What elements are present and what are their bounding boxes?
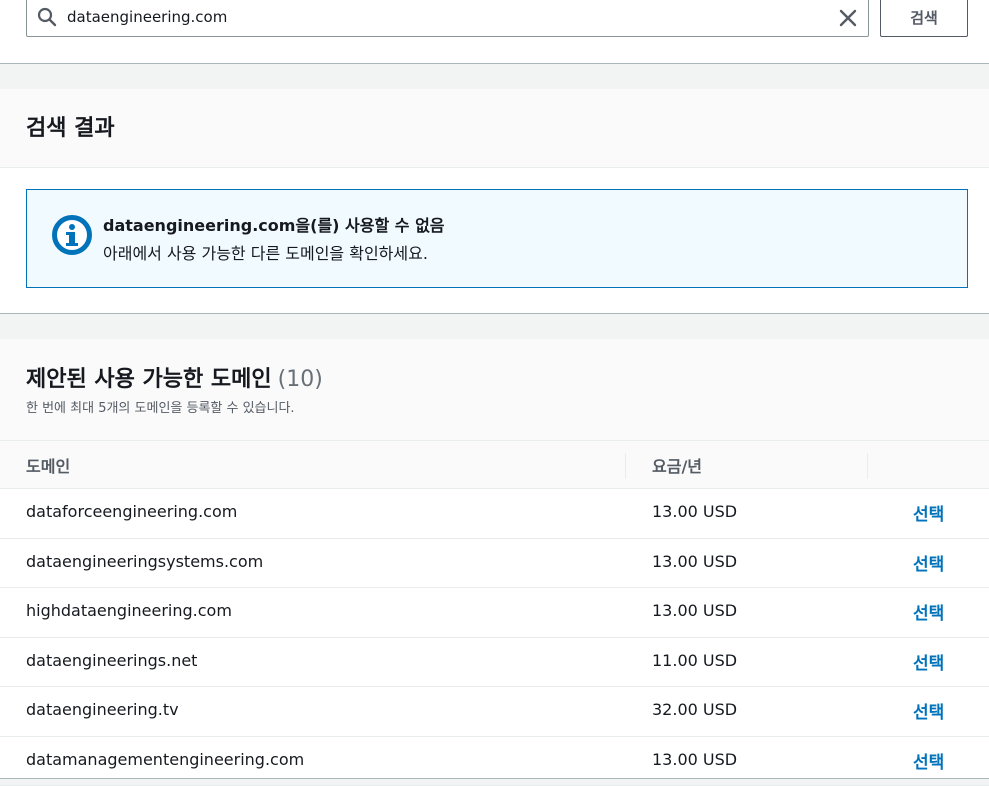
row-price: 13.00 USD: [652, 552, 737, 571]
row-domain: datamanagementengineering.com: [26, 750, 304, 769]
results-title: 검색 결과: [26, 110, 115, 142]
unavailable-alert: dataengineering.com을(를) 사용할 수 없음 아래에서 사용…: [26, 189, 968, 288]
row-domain: dataengineeringsystems.com: [26, 552, 263, 571]
select-link[interactable]: 선택: [913, 748, 944, 773]
suggestions-header: 제안된 사용 가능한 도메인(10) 한 번에 최대 5개의 도메인을 등록할 …: [0, 339, 989, 441]
column-header-domain: 도메인: [26, 453, 70, 477]
select-link[interactable]: 선택: [913, 698, 944, 723]
search-panel: dataengineering.com 검색: [0, 0, 989, 64]
select-link[interactable]: 선택: [913, 550, 944, 575]
row-price: 32.00 USD: [652, 700, 737, 719]
row-price: 11.00 USD: [652, 651, 737, 670]
table-row: datamanagementengineering.com 13.00 USD …: [0, 737, 989, 786]
suggestions-panel: 제안된 사용 가능한 도메인(10) 한 번에 최대 5개의 도메인을 등록할 …: [0, 339, 989, 779]
suggestions-description: 한 번에 최대 5개의 도메인을 등록할 수 있습니다.: [26, 397, 295, 416]
row-domain: dataforceengineering.com: [26, 502, 237, 521]
close-icon[interactable]: [838, 8, 858, 32]
search-input-value[interactable]: dataengineering.com: [67, 8, 227, 26]
table-row: dataengineerings.net 11.00 USD 선택: [0, 638, 989, 688]
select-link[interactable]: 선택: [913, 649, 944, 674]
suggestions-title-wrap: 제안된 사용 가능한 도메인(10): [26, 361, 323, 393]
table-row: dataforceengineering.com 13.00 USD 선택: [0, 489, 989, 539]
row-domain: highdataengineering.com: [26, 601, 232, 620]
info-icon: [51, 214, 93, 260]
search-icon: [37, 7, 57, 31]
alert-body: 아래에서 사용 가능한 다른 도메인을 확인하세요.: [103, 240, 428, 264]
row-price: 13.00 USD: [652, 502, 737, 521]
column-divider: [625, 453, 626, 479]
select-link[interactable]: 선택: [913, 599, 944, 624]
search-input[interactable]: dataengineering.com: [26, 0, 869, 37]
results-panel: 검색 결과 dataengineering.com을(를) 사용할 수 없음 아…: [0, 89, 989, 314]
row-price: 13.00 USD: [652, 601, 737, 620]
row-domain: dataengineerings.net: [26, 651, 197, 670]
table-row: highdataengineering.com 13.00 USD 선택: [0, 588, 989, 638]
column-header-price: 요금/년: [652, 453, 702, 477]
select-link[interactable]: 선택: [913, 500, 944, 525]
table-row: dataengineering.tv 32.00 USD 선택: [0, 687, 989, 737]
table-header: 도메인 요금/년: [0, 441, 989, 489]
suggestions-count: (10): [278, 367, 323, 392]
alert-title: dataengineering.com을(를) 사용할 수 없음: [103, 212, 445, 236]
row-price: 13.00 USD: [652, 750, 737, 769]
column-divider: [867, 453, 868, 479]
search-button[interactable]: 검색: [880, 0, 968, 37]
results-header: 검색 결과: [0, 89, 989, 168]
suggestions-title: 제안된 사용 가능한 도메인: [26, 367, 272, 392]
row-domain: dataengineering.tv: [26, 700, 179, 719]
table-row: dataengineeringsystems.com 13.00 USD 선택: [0, 539, 989, 589]
